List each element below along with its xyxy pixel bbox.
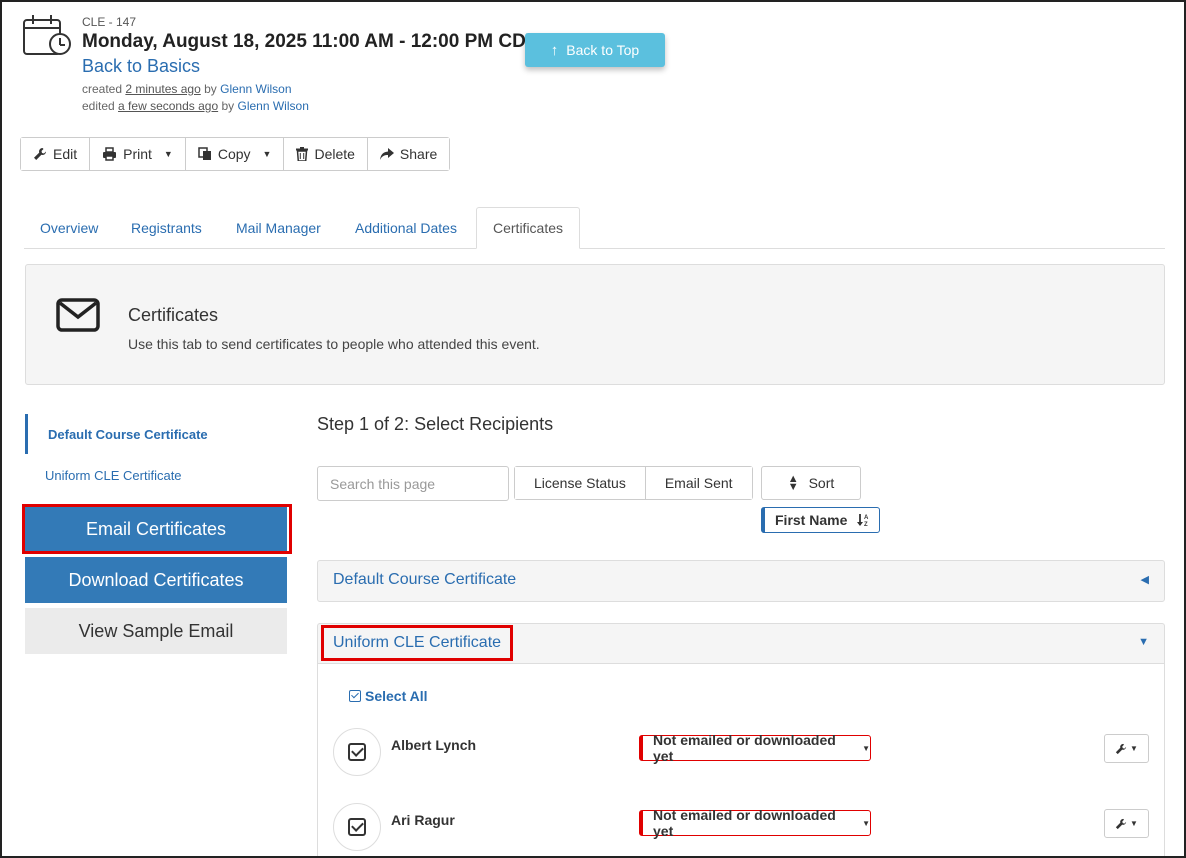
panel-title-highlight xyxy=(321,625,513,661)
select-all-label: Select All xyxy=(365,688,428,704)
edited-time-link[interactable]: a few seconds ago xyxy=(118,99,218,113)
edited-prefix: edited xyxy=(82,99,115,113)
caret-down-icon: ▼ xyxy=(163,149,173,159)
printer-icon xyxy=(103,147,117,161)
copy-label: Copy xyxy=(217,146,251,162)
print-label: Print xyxy=(123,146,152,162)
sort-alpha-down-icon: A Z xyxy=(857,514,869,527)
tab-certificates[interactable]: Certificates xyxy=(476,207,581,249)
caret-down-icon: ▼ xyxy=(1130,744,1138,753)
caret-down-icon: ▼ xyxy=(1130,819,1138,828)
download-certificates-button[interactable]: Download Certificates xyxy=(25,557,287,603)
recipient-actions-button[interactable]: ▼ xyxy=(1104,734,1149,763)
tab-overview[interactable]: Overview xyxy=(24,207,114,249)
panel-default-course-certificate[interactable]: Default Course Certificate ◀ xyxy=(317,560,1165,602)
checked-box-icon xyxy=(348,818,366,836)
envelope-icon xyxy=(56,298,100,332)
email-sent-filter-button[interactable]: Email Sent xyxy=(644,467,752,499)
status-label: Not emailed or downloaded yet xyxy=(653,732,836,764)
calendar-clock-icon xyxy=(23,15,71,55)
created-by-link[interactable]: Glenn Wilson xyxy=(220,82,291,96)
caret-down-icon: ▼ xyxy=(862,743,870,753)
license-status-filter-button[interactable]: License Status xyxy=(515,467,645,499)
caret-left-icon: ◀ xyxy=(1140,574,1149,586)
recipient-status-dropdown[interactable]: Not emailed or downloaded yet ▼ xyxy=(639,732,871,764)
arrow-up-icon: ↑ xyxy=(550,41,559,59)
recipient-checkbox[interactable] xyxy=(333,728,381,776)
tab-mail-manager[interactable]: Mail Manager xyxy=(220,207,337,249)
select-all-button[interactable]: Select All xyxy=(349,688,428,704)
wrench-icon xyxy=(1115,818,1127,829)
sort-button[interactable]: ▲ ▼ Sort xyxy=(761,466,861,500)
certificates-banner: Certificates Use this tab to send certif… xyxy=(25,264,1165,385)
tab-additional-dates[interactable]: Additional Dates xyxy=(339,207,473,249)
back-to-top-button[interactable]: ↑ Back to Top xyxy=(525,33,665,67)
edited-by-prefix: by xyxy=(221,99,235,113)
sort-icon: ▲ ▼ xyxy=(787,473,799,493)
view-sample-email-button[interactable]: View Sample Email xyxy=(25,608,287,654)
trash-icon xyxy=(296,147,309,161)
svg-text:A: A xyxy=(864,515,869,521)
sort-label: Sort xyxy=(808,475,835,491)
checked-box-icon xyxy=(348,743,366,761)
action-toolbar: Edit Print ▼ Copy ▼ Delete Share xyxy=(20,137,451,171)
caret-down-icon: ▼ xyxy=(1138,636,1149,648)
recipient-status-dropdown[interactable]: Not emailed or downloaded yet ▼ xyxy=(639,807,871,839)
edited-meta: edited a few seconds ago by Glenn Wilson xyxy=(82,99,309,113)
share-arrow-icon xyxy=(379,148,394,160)
created-meta: created 2 minutes ago by Glenn Wilson xyxy=(82,82,292,96)
copy-button[interactable]: Copy ▼ xyxy=(185,138,285,170)
recipient-name: Albert Lynch xyxy=(391,737,477,753)
caret-down-icon: ▼ xyxy=(262,149,272,159)
step-title: Step 1 of 2: Select Recipients xyxy=(317,414,554,434)
sidebar-item-default-course-certificate[interactable]: Default Course Certificate xyxy=(48,427,208,442)
sidebar-active-indicator xyxy=(25,414,28,454)
event-code: CLE - 147 xyxy=(82,15,137,29)
copy-icon xyxy=(198,147,211,160)
search-input[interactable] xyxy=(317,466,509,501)
banner-title: Certificates xyxy=(128,305,219,325)
delete-label: Delete xyxy=(314,146,355,162)
share-label: Share xyxy=(399,146,438,162)
edited-by-link[interactable]: Glenn Wilson xyxy=(238,99,309,113)
status-label: Not emailed or downloaded yet xyxy=(653,807,836,839)
caret-down-icon: ▼ xyxy=(862,818,870,828)
event-datetime: Monday, August 18, 2025 11:00 AM - 12:00… xyxy=(82,31,538,52)
panel-title: Default Course Certificate xyxy=(333,571,517,588)
svg-text:Z: Z xyxy=(864,522,868,527)
checkbox-icon xyxy=(349,690,361,702)
recipient-actions-button[interactable]: ▼ xyxy=(1104,809,1149,838)
recipient-checkbox[interactable] xyxy=(333,803,381,851)
created-time-link[interactable]: 2 minutes ago xyxy=(125,82,200,96)
wrench-icon xyxy=(34,148,46,160)
tab-registrants[interactable]: Registrants xyxy=(115,207,218,249)
sort-field-chip[interactable]: First Name A Z xyxy=(761,507,880,533)
wrench-icon xyxy=(1115,743,1127,754)
recipient-name: Ari Ragur xyxy=(391,812,455,828)
share-button[interactable]: Share xyxy=(367,138,450,170)
sort-field-label: First Name xyxy=(775,512,848,528)
print-button[interactable]: Print ▼ xyxy=(90,138,186,170)
banner-description: Use this tab to send certificates to peo… xyxy=(128,336,540,352)
edit-label: Edit xyxy=(53,146,78,162)
edit-button[interactable]: Edit xyxy=(21,138,91,170)
sidebar-item-uniform-cle-certificate[interactable]: Uniform CLE Certificate xyxy=(45,468,182,483)
delete-button[interactable]: Delete xyxy=(284,138,368,170)
created-prefix: created xyxy=(82,82,123,96)
created-by-prefix: by xyxy=(204,82,217,96)
event-title-link[interactable]: Back to Basics xyxy=(82,56,200,77)
email-certificates-highlight xyxy=(22,504,292,554)
filter-button-group: License Status Email Sent xyxy=(514,466,753,500)
event-tabs: Overview Registrants Mail Manager Additi… xyxy=(24,207,1165,249)
app-frame: CLE - 147 Monday, August 18, 2025 11:00 … xyxy=(0,0,1186,858)
back-to-top-label: Back to Top xyxy=(566,42,640,58)
